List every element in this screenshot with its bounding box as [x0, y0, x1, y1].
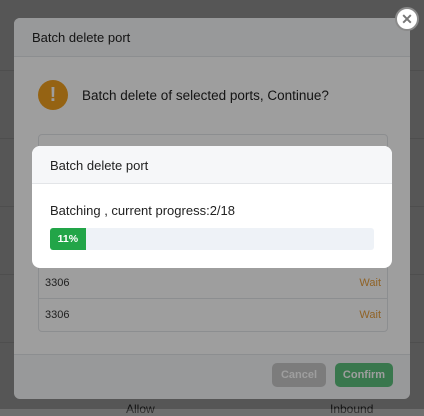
progress-percent-label: 11%: [57, 233, 79, 245]
progress-status-text: Batching , current progress:2/18: [50, 203, 235, 218]
progress-dialog: Batch delete port Batching , current pro…: [32, 146, 392, 268]
progress-dialog-title: Batch delete port: [50, 158, 149, 173]
progress-bar-fill: 11%: [50, 228, 86, 250]
progress-dialog-header: Batch delete port: [32, 146, 392, 184]
progress-bar: 11%: [50, 228, 374, 250]
close-icon[interactable]: ✕: [395, 7, 419, 31]
